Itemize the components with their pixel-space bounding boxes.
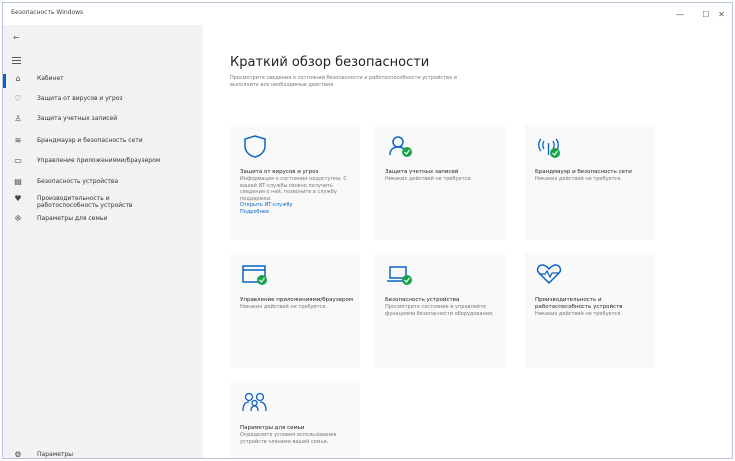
sidebar-item-firewall[interactable]: ≋ Брандмауэр и безопасность сети	[3, 135, 203, 151]
account-protection-icon	[389, 136, 412, 157]
tile-title: Защита учетных записей Никаких действий …	[385, 169, 503, 183]
sidebar: ← ⌂ Кабинет ♡ Защита от вирусов и угроз …	[3, 25, 203, 459]
device-health-icon	[536, 264, 562, 285]
tile-title: Брандмауэр и безопасность сети Никаких д…	[535, 169, 653, 183]
hamburger-icon[interactable]	[12, 57, 21, 64]
tile-virus-protection[interactable]: Защита от вирусов и угроз Информация о с…	[230, 125, 360, 240]
page-description: Просмотрите сведения о состоянии безопас…	[230, 75, 457, 88]
app-window: Безопасность Windows — ☐ ✕ ← ⌂ Кабинет ♡…	[2, 2, 733, 459]
sidebar-item-label: Параметры	[37, 451, 73, 458]
tile-status-text: Определите условия использования устройс…	[240, 432, 337, 445]
shield-icon: ♡	[14, 94, 22, 103]
family-options-icon	[242, 392, 267, 412]
tile-status-text: Информация о состоянии недоступна. С ваш…	[240, 176, 347, 202]
device-security-icon	[387, 266, 412, 285]
device-icon: ▤	[14, 177, 22, 186]
home-icon: ⌂	[15, 74, 21, 83]
firewall-icon	[538, 138, 560, 158]
tile-account-protection[interactable]: Защита учетных записей Никаких действий …	[375, 125, 505, 240]
family-icon: ꔮ	[14, 214, 22, 223]
shield-icon	[244, 135, 266, 158]
sidebar-item-label: Брандмауэр и безопасность сети	[37, 137, 143, 144]
wifi-icon: ≋	[14, 136, 22, 145]
tile-status-text: Никаких действий не требуется.	[535, 176, 622, 182]
sidebar-item-account-protection[interactable]: ♙ Защита учетных записей	[3, 113, 203, 129]
app-browser-icon: ▭	[14, 156, 22, 165]
tile-device-health[interactable]: Производительность и работоспособность у…	[525, 253, 655, 368]
sidebar-item-label: Защита от вирусов и угроз	[37, 95, 123, 102]
sidebar-item-label: Безопасность устройства	[37, 178, 119, 185]
main-content: Краткий обзор безопасности Просмотрите с…	[203, 25, 732, 458]
tile-title: Производительность и работоспособность у…	[535, 297, 653, 318]
sidebar-item-app-browser[interactable]: ▭ Управление приложениями/браузером	[3, 155, 203, 171]
sidebar-item-family[interactable]: ꔮ Параметры для семьи	[3, 213, 203, 229]
tile-family-options[interactable]: Параметры для семьи Определите условия и…	[230, 381, 360, 458]
title-bar: Безопасность Windows — ☐ ✕	[3, 3, 732, 25]
sidebar-item-virus-protection[interactable]: ♡ Защита от вирусов и угроз	[3, 93, 203, 109]
sidebar-item-settings[interactable]: ⚙ Параметры	[3, 449, 203, 459]
close-button[interactable]: ✕	[709, 3, 732, 25]
gear-icon: ⚙	[14, 450, 22, 459]
minimize-button[interactable]: —	[667, 3, 693, 25]
sidebar-item-label: Управление приложениями/браузером	[37, 157, 161, 164]
tile-device-security[interactable]: Безопасность устройства Просмотрите сост…	[375, 253, 505, 368]
learn-more-link[interactable]: Подробнее	[240, 209, 358, 216]
tile-app-browser[interactable]: Управление приложениями/браузером Никаки…	[230, 253, 360, 368]
tile-firewall[interactable]: Брандмауэр и безопасность сети Никаких д…	[525, 125, 655, 240]
sidebar-item-device-security[interactable]: ▤ Безопасность устройства	[3, 176, 203, 192]
sidebar-item-label: Защита учетных записей	[37, 115, 118, 122]
sidebar-item-label: Производительность и работоспособность у…	[37, 195, 133, 209]
heart-icon: ♥	[14, 194, 22, 203]
tile-status-text: Просмотрите состояние и управляйте функц…	[385, 304, 494, 317]
sidebar-item-label: Параметры для семьи	[37, 215, 108, 222]
sidebar-item-label: Кабинет	[37, 75, 64, 82]
tile-status-text: Никаких действий не требуется.	[385, 176, 472, 182]
app-browser-icon	[242, 265, 267, 285]
page-title: Краткий обзор безопасности	[230, 55, 430, 70]
sidebar-item-home[interactable]: ⌂ Кабинет	[3, 73, 203, 89]
tile-status-text: Никаких действий не требуется.	[240, 304, 327, 310]
window-title: Безопасность Windows	[11, 9, 84, 16]
tile-title: Параметры для семьи Определите условия и…	[240, 425, 358, 445]
back-arrow-icon[interactable]: ←	[13, 33, 20, 42]
tile-status-text: Никаких действий не требуется.	[535, 311, 622, 317]
sidebar-item-device-health[interactable]: ♥ Производительность и работоспособность…	[3, 193, 203, 213]
tile-title: Защита от вирусов и угроз Информация о с…	[240, 169, 358, 215]
person-icon: ♙	[14, 114, 22, 123]
tile-title: Безопасность устройства Просмотрите сост…	[385, 297, 503, 317]
tile-title: Управление приложениями/браузером Никаки…	[240, 297, 358, 311]
